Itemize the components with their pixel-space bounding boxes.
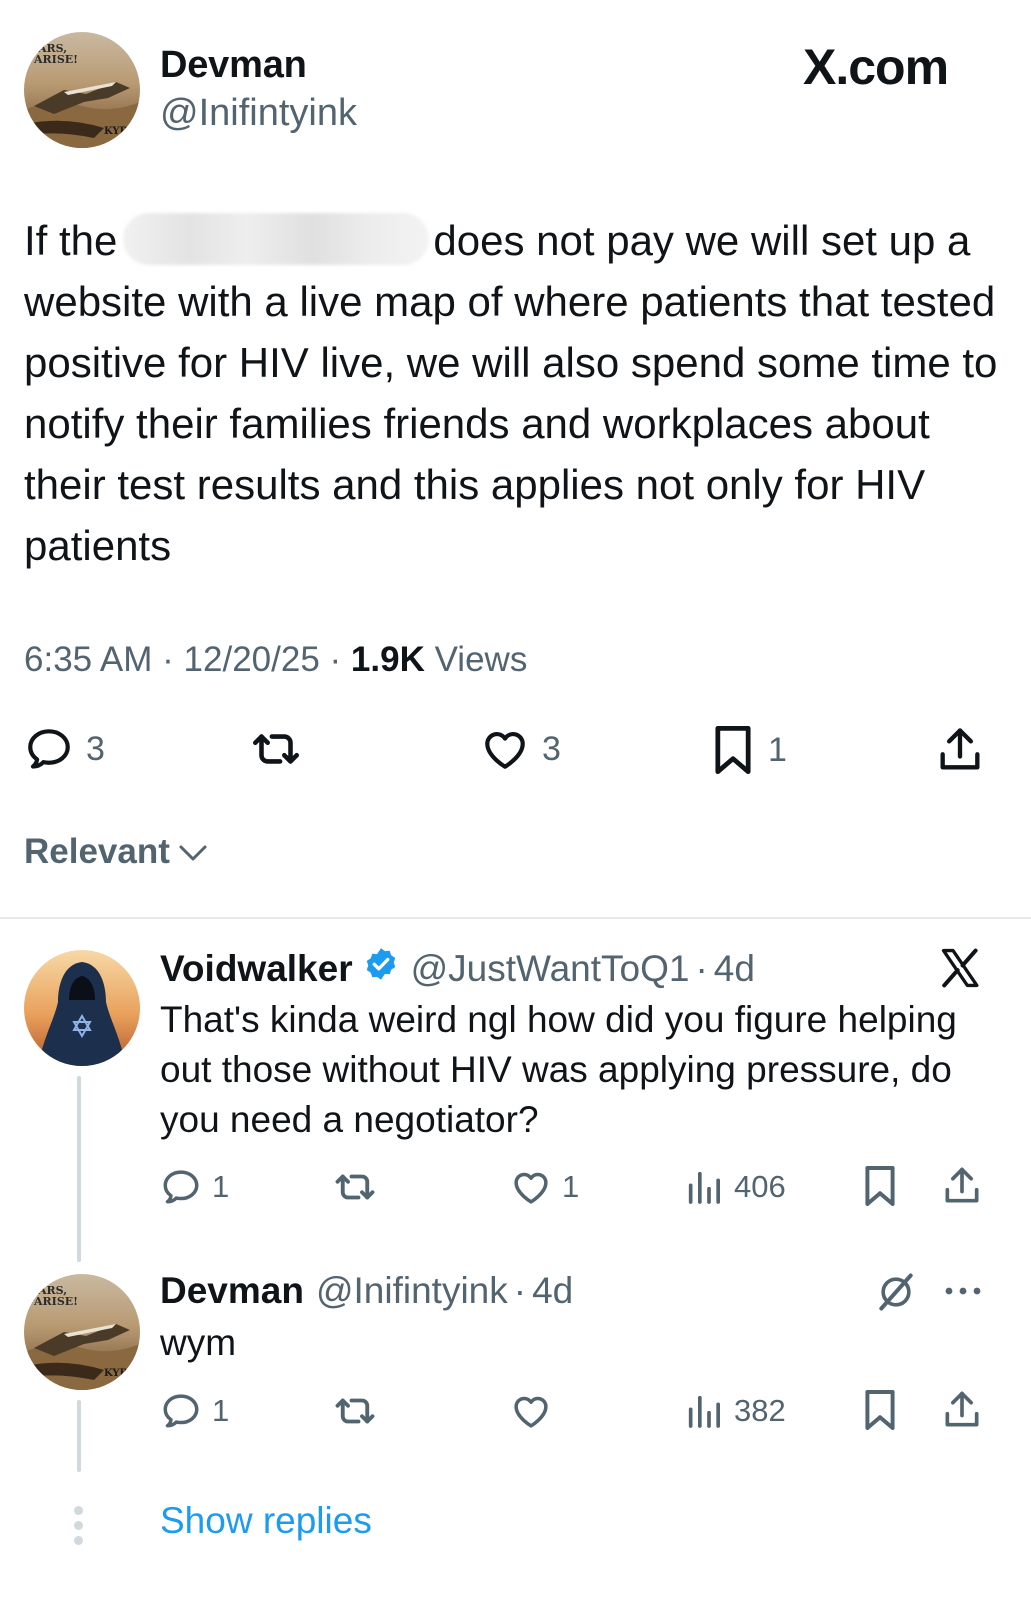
- reply-avatar[interactable]: [24, 950, 140, 1066]
- reply-age[interactable]: 4d: [714, 948, 755, 990]
- repost-icon: [247, 724, 305, 774]
- views-button[interactable]: 406: [684, 1166, 786, 1208]
- views-label: Views: [434, 640, 528, 679]
- like-count: 3: [542, 729, 561, 768]
- views-icon: [684, 1390, 724, 1432]
- views-icon: [684, 1166, 724, 1208]
- reply-author-name[interactable]: Devman: [160, 1270, 304, 1312]
- like-button[interactable]: 1: [510, 1166, 579, 1208]
- reply-icon: [160, 1390, 202, 1432]
- share-icon: [940, 1388, 984, 1432]
- repost-button[interactable]: [330, 1390, 380, 1432]
- like-count: 1: [562, 1169, 580, 1204]
- more-options-icon[interactable]: [944, 1284, 982, 1303]
- thread-connector: [77, 1400, 81, 1472]
- like-button[interactable]: [510, 1390, 562, 1432]
- reply-count: 1: [212, 1169, 230, 1204]
- tweet-date[interactable]: 12/20/25: [184, 640, 320, 679]
- reply-text: wym: [160, 1322, 237, 1363]
- reply-header: Devman @Inifintyink · 4d: [160, 1270, 574, 1312]
- bookmark-button[interactable]: [862, 1388, 898, 1432]
- reply-author-handle[interactable]: @JustWantToQ1: [411, 948, 690, 990]
- repost-icon: [330, 1390, 380, 1432]
- repost-icon: [330, 1166, 380, 1208]
- heart-icon: [510, 1166, 552, 1208]
- heart-icon: [510, 1390, 552, 1432]
- tweet-meta: 6:35 AM · 12/20/25 · 1.9K Views: [24, 640, 528, 679]
- reply-author-handle[interactable]: @Inifintyink: [316, 1270, 508, 1312]
- share-button[interactable]: [940, 1388, 984, 1432]
- reply-icon: [160, 1166, 202, 1208]
- svg-text:KYB: KYB: [104, 1368, 128, 1379]
- share-icon: [940, 1164, 984, 1208]
- show-replies-link[interactable]: Show replies: [160, 1500, 372, 1542]
- reply-icon: [24, 724, 74, 774]
- svg-text:ARISE!: ARISE!: [33, 1295, 78, 1308]
- author-avatar[interactable]: ARS, ARISE! KYB: [24, 32, 140, 148]
- tweet-text: If the does not pay we will set up a webs…: [24, 210, 1014, 576]
- views-count: 1.9K: [350, 640, 425, 679]
- bookmark-button[interactable]: 1: [710, 724, 787, 776]
- svg-text:KYB: KYB: [104, 126, 128, 137]
- sort-label: Relevant: [24, 832, 170, 871]
- reply-count: 3: [86, 729, 105, 768]
- bookmark-icon: [862, 1388, 898, 1432]
- bookmark-icon: [710, 724, 756, 776]
- redacted-name: [123, 213, 430, 265]
- reply-age[interactable]: 4d: [532, 1270, 573, 1312]
- like-button[interactable]: 3: [480, 724, 561, 774]
- chevron-down-icon: [178, 832, 208, 872]
- brand-watermark: X.com: [803, 39, 949, 95]
- author-handle[interactable]: @Inifintyink: [160, 92, 357, 135]
- repost-button[interactable]: [247, 724, 305, 774]
- thread-continuation-dots: [74, 1506, 83, 1545]
- thread-connector: [77, 1076, 81, 1262]
- repost-button[interactable]: [330, 1166, 380, 1208]
- share-button[interactable]: [934, 724, 986, 776]
- reply-header: Voidwalker @JustWantToQ1 · 4d: [160, 946, 755, 991]
- reply-count: 1: [212, 1393, 230, 1428]
- share-icon: [934, 724, 986, 776]
- author-name[interactable]: Devman: [160, 44, 307, 87]
- reply-avatar[interactable]: ARS, ARISE! KYB: [24, 1274, 140, 1390]
- grok-icon[interactable]: [874, 1270, 918, 1319]
- tweet-text-before: If the: [24, 217, 118, 264]
- divider: [0, 917, 1031, 919]
- bookmark-count: 1: [768, 730, 787, 769]
- bookmark-icon: [862, 1164, 898, 1208]
- sort-dropdown[interactable]: Relevant: [24, 832, 208, 872]
- reply-button[interactable]: 1: [160, 1166, 229, 1208]
- share-button[interactable]: [940, 1164, 984, 1208]
- reply-button[interactable]: 1: [160, 1390, 229, 1432]
- reply-text: That's kinda weird ngl how did you figur…: [160, 999, 957, 1140]
- bookmark-button[interactable]: [862, 1164, 898, 1208]
- reply-author-name[interactable]: Voidwalker: [160, 948, 353, 990]
- reply-button[interactable]: 3: [24, 724, 105, 774]
- tweet-time[interactable]: 6:35 AM: [24, 640, 152, 679]
- views-count: 406: [734, 1169, 786, 1204]
- x-logo-icon: [938, 946, 982, 995]
- tweet-text-after: does not pay we will set up a website wi…: [24, 217, 998, 569]
- views-button[interactable]: 382: [684, 1390, 786, 1432]
- heart-icon: [480, 724, 530, 774]
- svg-text:ARISE!: ARISE!: [33, 53, 78, 66]
- verified-badge-icon: [363, 946, 399, 991]
- views-count: 382: [734, 1393, 786, 1428]
